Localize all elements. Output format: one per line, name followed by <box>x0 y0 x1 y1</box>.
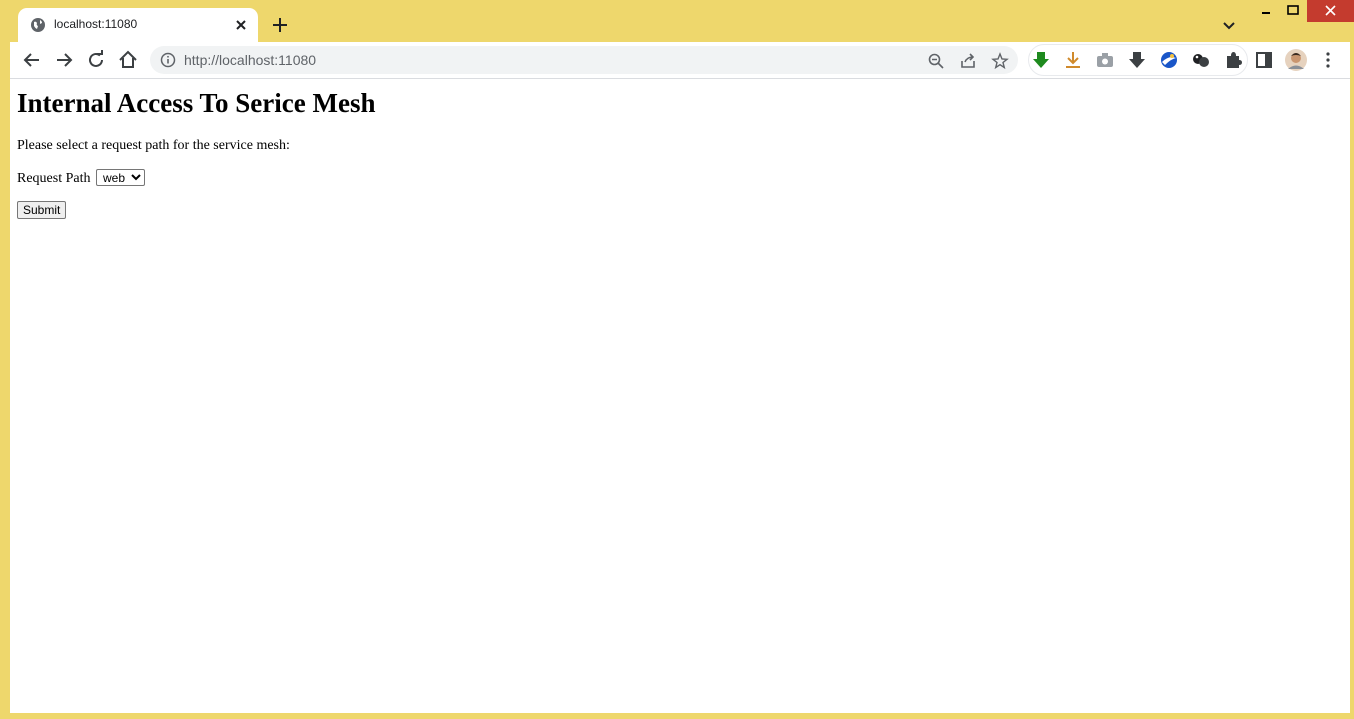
close-icon <box>1325 5 1336 16</box>
share-icon[interactable] <box>959 52 977 70</box>
minimize-window-icon[interactable] <box>1254 0 1278 24</box>
globe-extension-icon[interactable] <box>1159 50 1179 70</box>
tab-strip: localhost:11080 <box>0 0 1354 42</box>
camera-icon[interactable] <box>1095 50 1115 70</box>
intro-text: Please select a request path for the ser… <box>17 138 290 153</box>
balls-extension-icon[interactable] <box>1191 50 1211 70</box>
zoom-out-icon[interactable] <box>927 52 945 70</box>
kebab-menu-icon[interactable] <box>1316 48 1340 72</box>
profile-avatar[interactable] <box>1284 48 1308 72</box>
tab-title: localhost:11080 <box>54 17 138 31</box>
new-tab-icon[interactable] <box>269 14 291 36</box>
browser-toolbar: http://localhost:11080 <box>10 42 1350 79</box>
request-path-label: Request Path <box>17 171 91 186</box>
close-tab-icon[interactable] <box>232 16 250 34</box>
forward-icon[interactable] <box>52 48 76 72</box>
side-panel-icon[interactable] <box>1252 48 1276 72</box>
dark-download-icon[interactable] <box>1127 50 1147 70</box>
globe-icon <box>31 18 45 32</box>
close-window-button[interactable] <box>1307 0 1354 22</box>
download-icon[interactable] <box>1063 50 1083 70</box>
request-path-select[interactable]: web <box>96 169 145 186</box>
green-download-icon[interactable] <box>1031 50 1051 70</box>
bookmark-star-icon[interactable] <box>991 52 1009 70</box>
page-viewport: Internal Access To Serice Mesh Please se… <box>10 79 1350 713</box>
page-title: Internal Access To Serice Mesh <box>17 88 376 118</box>
reload-icon[interactable] <box>84 48 108 72</box>
submit-button[interactable]: Submit <box>17 201 67 219</box>
url-text[interactable]: http://localhost:11080 <box>184 52 316 68</box>
address-bar[interactable]: http://localhost:11080 <box>150 46 1018 74</box>
extensions-group <box>1028 44 1248 76</box>
request-path-row: Request Path web <box>17 169 145 188</box>
home-icon[interactable] <box>116 48 140 72</box>
chevron-down-icon[interactable] <box>1219 15 1239 35</box>
info-icon[interactable] <box>160 52 176 68</box>
maximize-window-icon[interactable] <box>1281 0 1305 24</box>
browser-tab[interactable]: localhost:11080 <box>18 8 258 42</box>
back-icon[interactable] <box>20 48 44 72</box>
puzzle-icon[interactable] <box>1223 50 1243 70</box>
page-content: Internal Access To Serice Mesh Please se… <box>17 79 1317 219</box>
